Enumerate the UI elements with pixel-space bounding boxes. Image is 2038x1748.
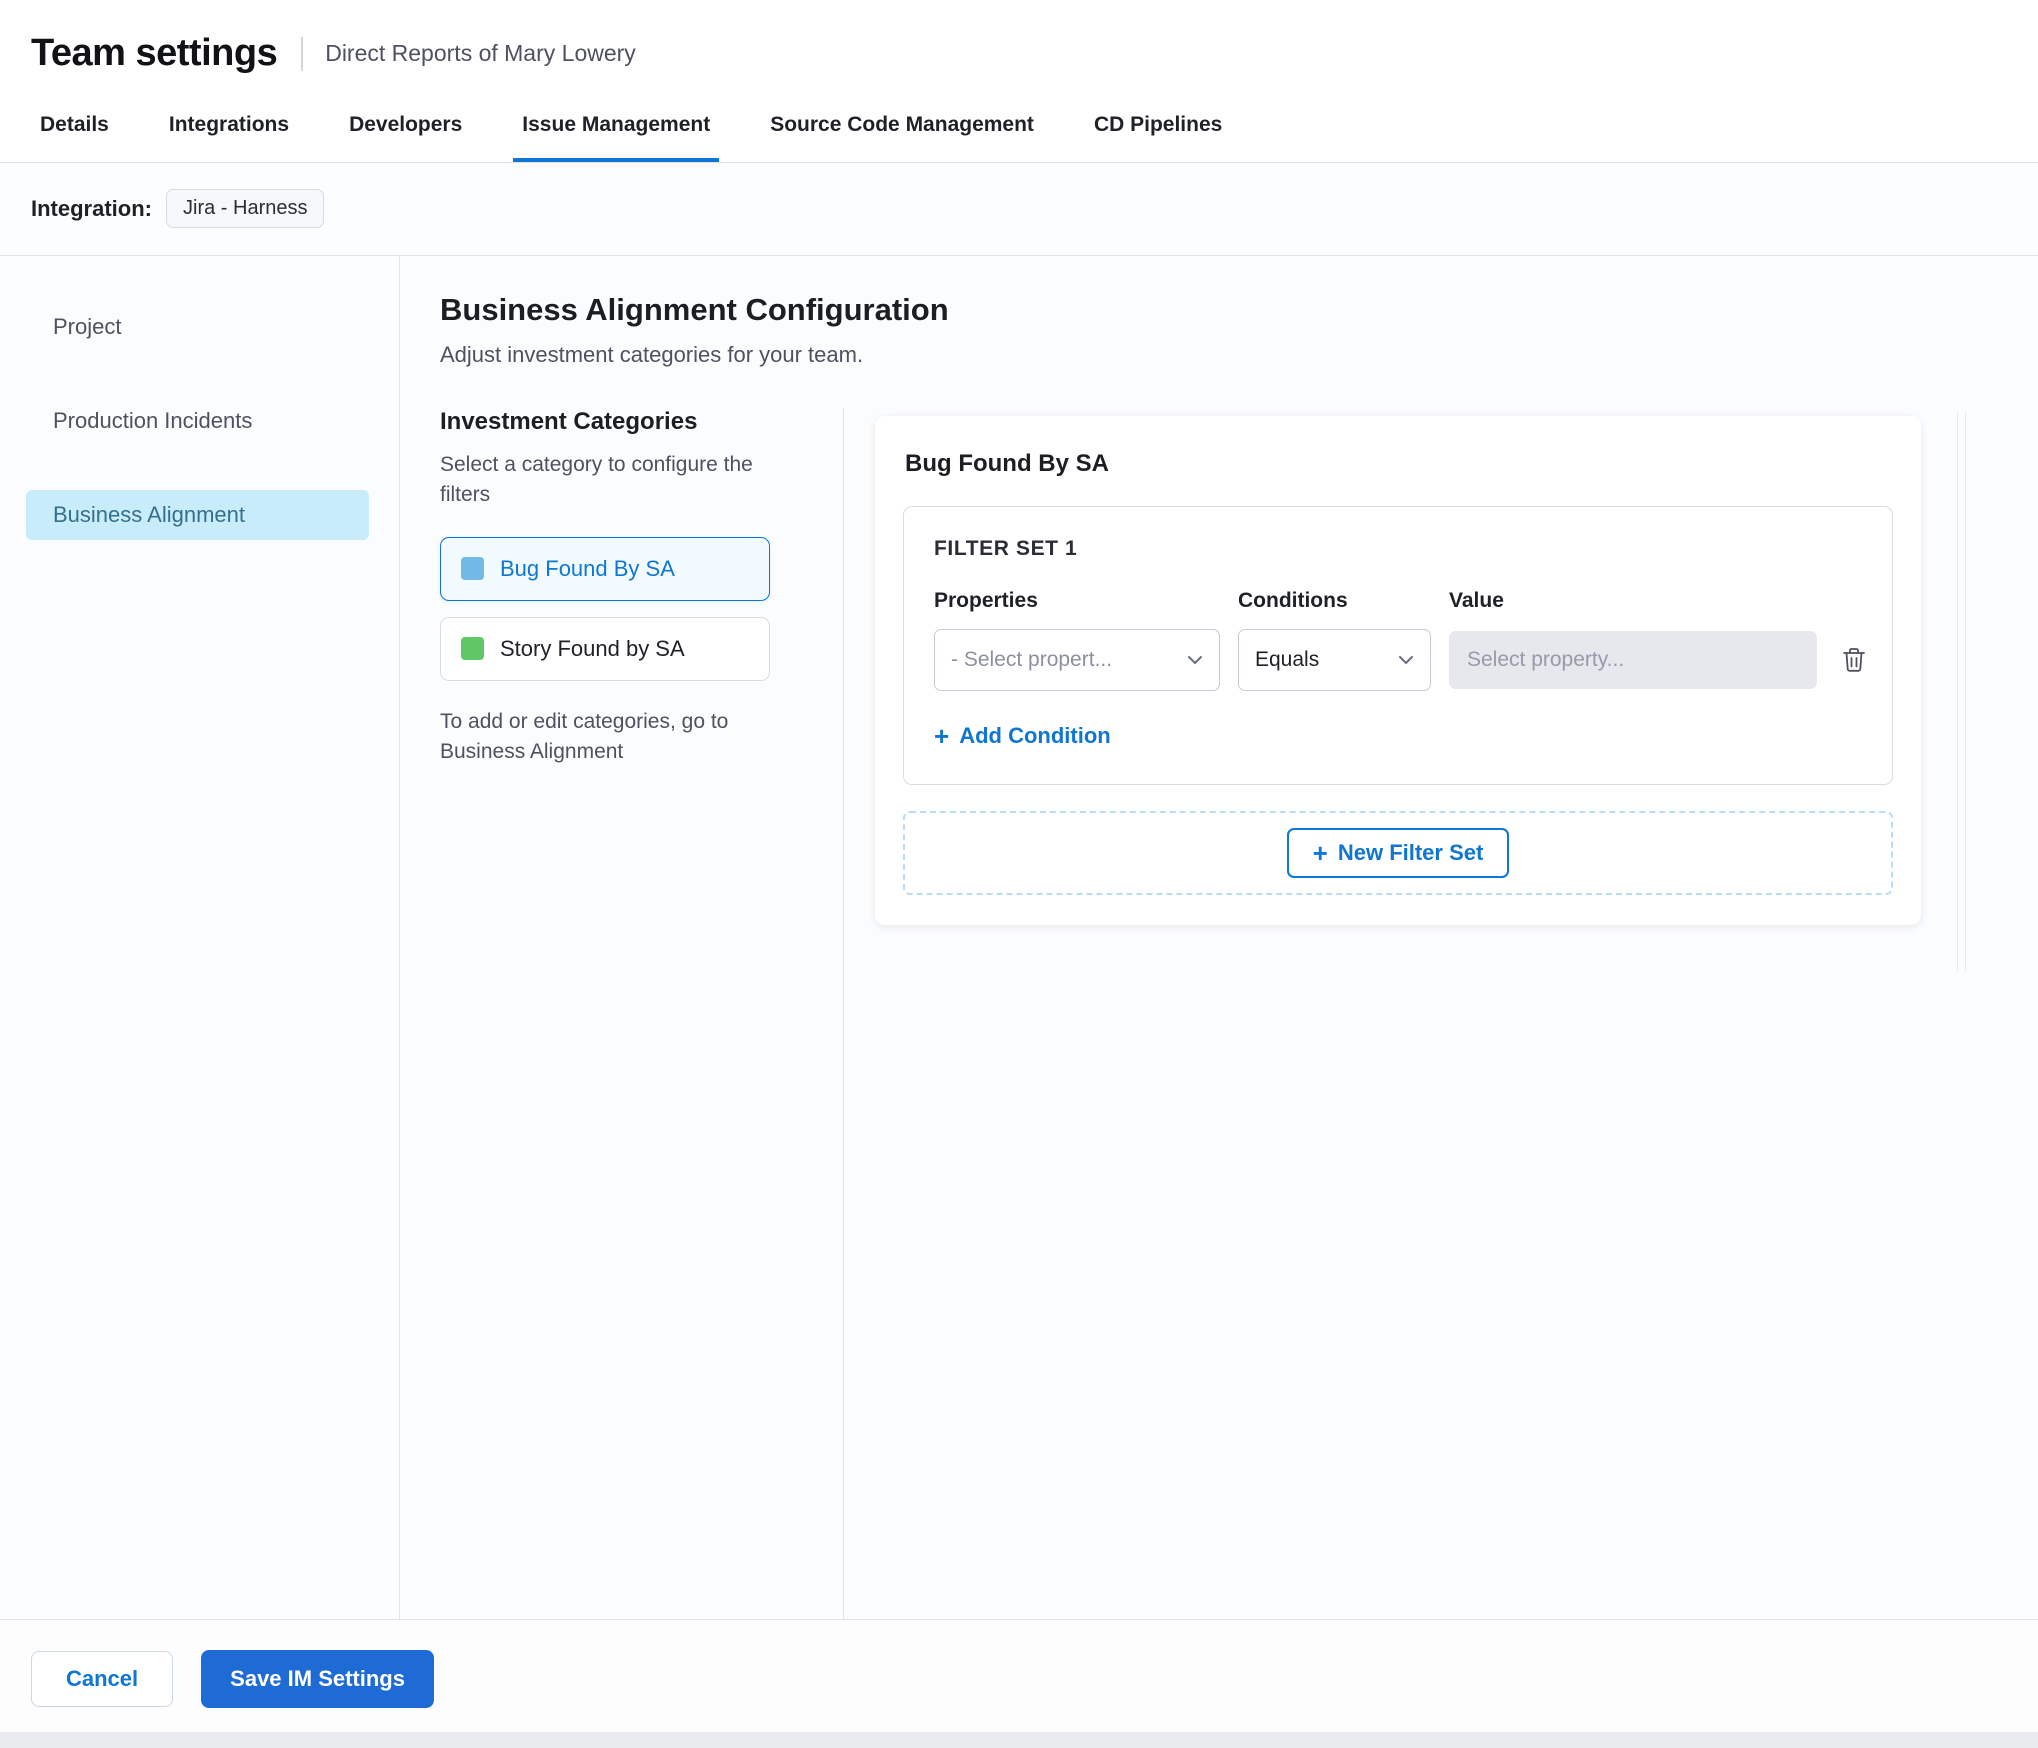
category-bug-found-by-sa[interactable]: Bug Found By SA	[440, 536, 770, 601]
page-title: Team settings	[31, 32, 278, 74]
investment-categories-column: Investment Categories Select a category …	[440, 408, 844, 1619]
filter-condition-grid: Properties Conditions Value - Select pro…	[934, 589, 1865, 691]
tab-integrations[interactable]: Integrations	[160, 97, 298, 162]
section-subtitle: Adjust investment categories for your te…	[440, 342, 864, 367]
categories-footnote: To add or edit categories, go to Busines…	[440, 709, 729, 764]
filter-set-1: FILTER SET 1 Properties Conditions Value…	[903, 506, 1893, 785]
team-settings-page: Team settings Direct Reports of Mary Low…	[0, 0, 2038, 1748]
value-column-header: Value	[1449, 589, 1504, 612]
category-color-swatch	[461, 557, 484, 581]
category-config-card: Bug Found By SA FILTER SET 1 Properties …	[875, 416, 1921, 925]
property-select[interactable]: - Select propert...	[934, 629, 1220, 691]
header: Team settings Direct Reports of Mary Low…	[0, 0, 2038, 97]
sidebar-item-project[interactable]: Project	[26, 302, 369, 352]
chevron-down-icon	[1399, 656, 1413, 664]
integration-label: Integration:	[31, 195, 152, 221]
tab-cd-pipelines[interactable]: CD Pipelines	[1085, 97, 1231, 162]
cancel-button[interactable]: Cancel	[31, 1651, 174, 1707]
category-color-swatch	[461, 637, 484, 661]
content-area: Project Production Incidents Business Al…	[0, 256, 2038, 1619]
integration-chip[interactable]: Jira - Harness	[166, 189, 325, 228]
business-alignment-section: Business Alignment Configuration Adjust …	[400, 256, 2038, 1619]
new-filter-set-label: New Filter Set	[1337, 840, 1484, 865]
sidebar-item-business-alignment[interactable]: Business Alignment	[26, 490, 369, 540]
categories-hint: Select a category to configure the filte…	[440, 453, 753, 507]
chevron-down-icon	[1188, 656, 1202, 664]
new-filter-set-button[interactable]: + New Filter Set	[1286, 828, 1510, 878]
tab-source-code-management[interactable]: Source Code Management	[761, 97, 1043, 162]
tab-issue-management[interactable]: Issue Management	[513, 97, 720, 162]
tab-developers[interactable]: Developers	[340, 97, 471, 162]
scrollbar-rail[interactable]	[1957, 411, 1966, 971]
add-condition-button[interactable]: + Add Condition	[934, 723, 1111, 749]
condition-select[interactable]: Equals	[1238, 629, 1431, 691]
config-card-title: Bug Found By SA	[905, 450, 1109, 477]
plus-icon: +	[934, 721, 950, 751]
add-condition-label: Add Condition	[959, 723, 1111, 748]
page-subtitle: Direct Reports of Mary Lowery	[325, 40, 636, 66]
header-divider	[301, 36, 304, 71]
condition-select-value: Equals	[1255, 648, 1320, 671]
property-select-value: - Select propert...	[951, 648, 1113, 671]
integration-row: Integration: Jira - Harness	[0, 163, 2038, 256]
trash-icon	[1843, 648, 1865, 672]
tab-bar: Details Integrations Developers Issue Ma…	[0, 97, 2038, 163]
category-story-found-by-sa[interactable]: Story Found by SA	[440, 616, 770, 681]
bottom-scrollbar-track[interactable]	[0, 1732, 2038, 1748]
save-im-settings-button[interactable]: Save IM Settings	[201, 1650, 434, 1708]
section-title: Business Alignment Configuration	[440, 292, 949, 327]
sidebar-item-production-incidents[interactable]: Production Incidents	[26, 396, 369, 446]
filter-set-title: FILTER SET 1	[934, 537, 1078, 560]
tab-details[interactable]: Details	[31, 97, 118, 162]
conditions-column-header: Conditions	[1238, 589, 1348, 612]
footer-actions: Cancel Save IM Settings	[0, 1619, 2038, 1732]
category-list: Bug Found By SA Story Found by SA	[440, 536, 823, 681]
delete-condition-button[interactable]	[1835, 640, 1873, 680]
filter-panel-column: Bug Found By SA FILTER SET 1 Properties …	[844, 408, 2038, 1619]
category-label: Bug Found By SA	[500, 555, 675, 581]
settings-sidenav: Project Production Incidents Business Al…	[0, 256, 400, 1619]
plus-icon: +	[1312, 838, 1328, 868]
category-label: Story Found by SA	[500, 635, 685, 661]
categories-title: Investment Categories	[440, 408, 698, 435]
configuration-columns: Investment Categories Select a category …	[440, 408, 2038, 1619]
new-filter-set-dropzone: + New Filter Set	[903, 811, 1893, 895]
properties-column-header: Properties	[934, 589, 1038, 612]
value-input[interactable]	[1449, 631, 1817, 689]
